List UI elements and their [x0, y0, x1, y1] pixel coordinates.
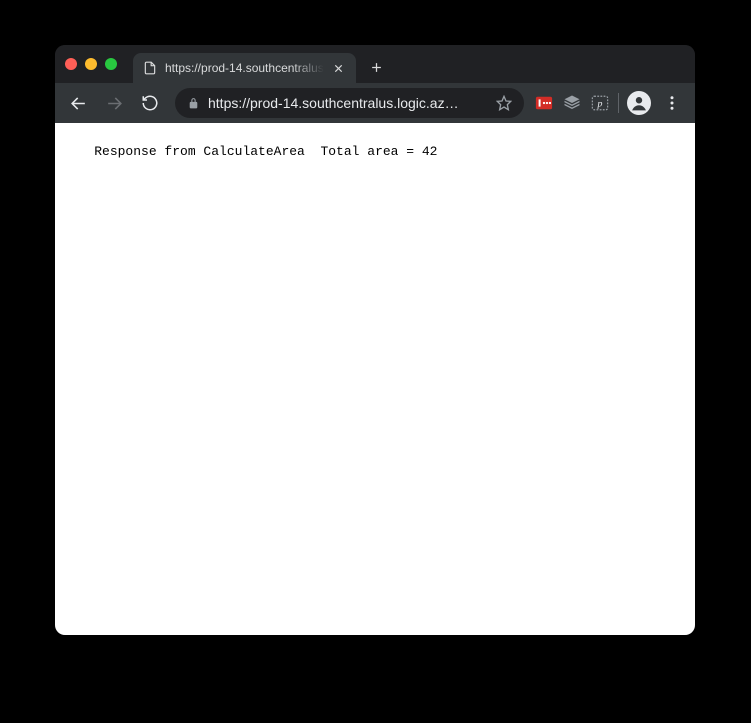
toolbar-divider: [618, 93, 619, 113]
back-button[interactable]: [63, 88, 93, 118]
lock-icon: [187, 97, 200, 110]
reload-button[interactable]: [135, 88, 165, 118]
svg-text:p: p: [597, 99, 603, 110]
browser-window: https://prod-14.southcentralus: [55, 45, 695, 635]
tab-title: https://prod-14.southcentralus: [165, 61, 324, 75]
window-controls: [65, 58, 117, 70]
page-icon: [143, 61, 157, 75]
window-fullscreen-button[interactable]: [105, 58, 117, 70]
address-bar[interactable]: https://prod-14.southcentralus.logic.az…: [175, 88, 524, 118]
forward-button[interactable]: [99, 88, 129, 118]
extension-icons: p: [534, 93, 610, 113]
extension-lastpass-icon[interactable]: [534, 93, 554, 113]
menu-button[interactable]: [657, 88, 687, 118]
extension-buffer-icon[interactable]: [562, 93, 582, 113]
response-text: Response from CalculateArea Total area =…: [94, 144, 437, 159]
page-content: Response from CalculateArea Total area =…: [55, 123, 695, 635]
window-minimize-button[interactable]: [85, 58, 97, 70]
tab-strip: https://prod-14.southcentralus: [55, 45, 695, 83]
tab-close-button[interactable]: [332, 61, 346, 75]
new-tab-button[interactable]: [364, 54, 390, 80]
window-close-button[interactable]: [65, 58, 77, 70]
url-text: https://prod-14.southcentralus.logic.az…: [208, 95, 488, 111]
bookmark-star-icon[interactable]: [496, 95, 512, 111]
toolbar: https://prod-14.southcentralus.logic.az…: [55, 83, 695, 123]
extension-pocket-icon[interactable]: p: [590, 93, 610, 113]
profile-avatar[interactable]: [627, 91, 651, 115]
browser-tab[interactable]: https://prod-14.southcentralus: [133, 53, 356, 83]
